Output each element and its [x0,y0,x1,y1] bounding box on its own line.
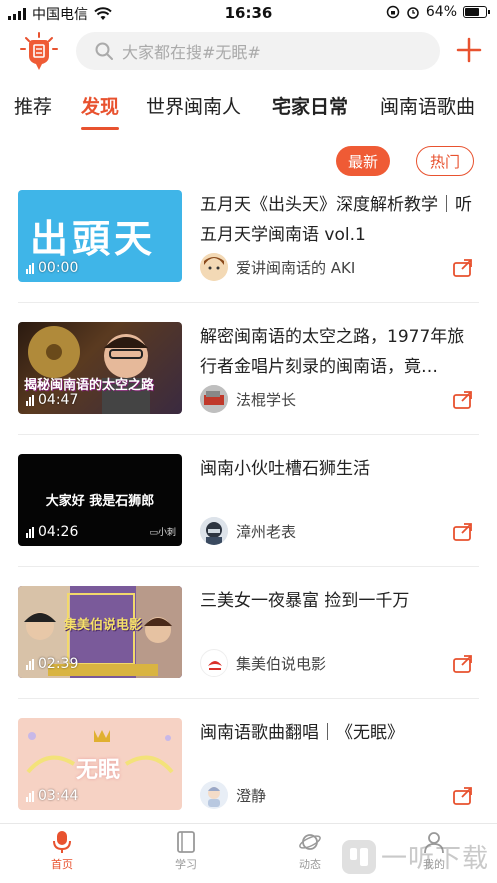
category-tabs: 推荐 发现 世界闽南人 宅家日常 闽南语歌曲 [0,84,497,134]
video-thumbnail[interactable]: 出頭天 00:00 [18,190,182,282]
author-row[interactable]: 法棍学长 [200,384,296,414]
battery-percent: 64% [425,4,457,20]
item-title[interactable]: 闽南语歌曲翻唱｜《无眠》 [200,718,480,748]
thumbnail-text: 集美伯说电影 [64,618,143,633]
author-name[interactable]: 漳州老表 [236,521,296,542]
avatar[interactable] [200,781,228,809]
avatar-image [202,651,227,676]
item-title[interactable]: 闽南小伙吐槽石狮生活 [200,454,480,484]
status-right: 64% [386,4,490,20]
duration-label: 03:44 [26,788,78,804]
video-thumbnail[interactable]: 无眠 03:44 [18,718,182,810]
duration-label: 04:26 [26,524,78,540]
list-item[interactable]: 出頭天 00:00 五月天《出头天》深度解析教学｜听五月天学闽南语 vol.1 … [0,190,497,322]
avatar[interactable] [200,385,228,413]
status-bar: 中国电信 16:36 64% [0,0,497,26]
author-name[interactable]: 澄静 [236,785,266,806]
watermark-text: 一听下载 [380,844,489,874]
search-bar[interactable]: 大家都在搜#无眠# [76,32,440,70]
share-icon[interactable] [452,654,474,674]
filter-newest-button[interactable]: 最新 [336,146,390,176]
tab-discover[interactable]: 发现 [81,92,119,119]
audio-bars-icon [26,790,34,802]
author-name[interactable]: 集美伯说电影 [236,653,326,674]
header: 大家都在搜#无眠# [0,26,497,78]
share-icon[interactable] [452,522,474,542]
watermark: 一听下载 [341,838,489,875]
item-title[interactable]: 三美女一夜暴富 捡到一千万 [200,586,480,616]
duration-text: 02:39 [38,656,79,672]
nav-study[interactable]: 学习 [156,830,216,872]
nav-feed[interactable]: 动态 [280,830,340,872]
divider [18,698,479,699]
thumbnail-text: 出頭天 [30,216,157,261]
rotation-lock-icon [386,5,400,19]
author-name[interactable]: 法棍学长 [236,389,296,410]
avatar-image [200,253,228,281]
search-placeholder: 大家都在搜#无眠# [122,43,261,62]
duration-text: 03:44 [38,788,79,804]
tab-home-daily[interactable]: 宅家日常 [272,92,348,119]
item-title[interactable]: 解密闽南语的太空之路，1977年旅行者金唱片刻录的闽南语，竟… [200,322,480,382]
share-icon[interactable] [452,786,474,806]
active-tab-indicator [81,127,119,130]
battery-icon [463,6,490,18]
book-icon [177,831,195,853]
avatar[interactable] [200,649,228,677]
duration-text: 00:00 [38,260,79,276]
duration-label: 00:00 [26,260,78,276]
audio-bars-icon [26,526,34,538]
video-thumbnail[interactable]: 大家好 我是石狮郎 ▭小刺 04:26 [18,454,182,546]
author-row[interactable]: 爱讲闽南话的 AKI [200,252,355,282]
audio-bars-icon [26,658,34,670]
add-icon[interactable] [455,36,483,64]
share-icon[interactable] [452,258,474,278]
divider [18,566,479,567]
thumbnail-text: 揭秘闽南语的太空之路 [24,378,155,393]
video-thumbnail[interactable]: 揭秘闽南语的太空之路 04:47 [18,322,182,414]
tab-world-minnan[interactable]: 世界闽南人 [146,92,241,119]
nav-feed-label: 动态 [299,858,321,871]
nav-home-label: 首页 [51,858,73,871]
list-item[interactable]: 集美伯说电影 02:39 三美女一夜暴富 捡到一千万 集美伯说电影 [0,586,497,718]
avatar[interactable] [200,517,228,545]
thumbnail-watermark-icon: ▭小刺 [149,528,176,538]
microphone-icon [53,831,71,853]
planet-icon [299,834,321,850]
duration-label: 04:47 [26,392,78,408]
author-row[interactable]: 澄静 [200,780,266,810]
author-name[interactable]: 爱讲闽南话的 AKI [236,257,355,278]
list-item[interactable]: 大家好 我是石狮郎 ▭小刺 04:26 闽南小伙吐槽石狮生活 漳州老表 [0,454,497,586]
audio-bars-icon [26,262,34,274]
author-row[interactable]: 漳州老表 [200,516,296,546]
app-logo-icon[interactable] [20,32,58,72]
divider [18,302,479,303]
video-thumbnail[interactable]: 集美伯说电影 02:39 [18,586,182,678]
duration-text: 04:47 [38,392,79,408]
alarm-icon [407,7,419,19]
thumbnail-text: 大家好 我是石狮郎 [45,494,155,509]
tab-recommend[interactable]: 推荐 [14,92,52,119]
share-icon[interactable] [452,390,474,410]
audio-bars-icon [26,394,34,406]
item-title[interactable]: 五月天《出头天》深度解析教学｜听五月天学闽南语 vol.1 [200,190,480,250]
search-icon [95,42,113,60]
filter-hot-button[interactable]: 热门 [416,146,474,176]
divider [18,434,479,435]
author-row[interactable]: 集美伯说电影 [200,648,326,678]
watermark-logo-icon [341,839,376,874]
duration-label: 02:39 [26,656,78,672]
thumbnail-text: 无眠 [76,758,121,783]
avatar-image [200,781,228,809]
avatar-image [200,517,228,545]
avatar-image [200,385,228,413]
list-item[interactable]: 揭秘闽南语的太空之路 04:47 解密闽南语的太空之路，1977年旅行者金唱片刻… [0,322,497,454]
nav-home[interactable]: 首页 [32,830,92,872]
tab-minnan-songs[interactable]: 闽南语歌曲 [380,92,475,119]
avatar[interactable] [200,253,228,281]
duration-text: 04:26 [38,524,79,540]
nav-study-label: 学习 [175,858,197,871]
